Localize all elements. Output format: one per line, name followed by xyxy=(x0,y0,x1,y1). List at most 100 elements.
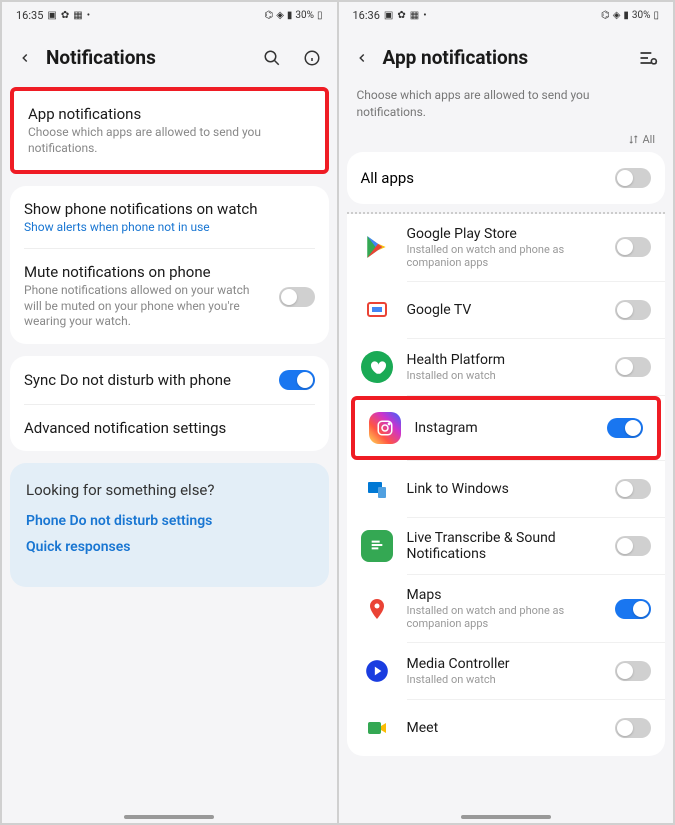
back-icon[interactable] xyxy=(353,49,371,67)
instagram-highlight: Instagram xyxy=(351,396,662,460)
home-indicator[interactable] xyxy=(124,815,214,819)
home-indicator[interactable] xyxy=(461,815,551,819)
suggestions-card: Looking for something else? Phone Do not… xyxy=(10,463,329,587)
calendar-icon: ▦ xyxy=(73,10,82,21)
status-time: 16:36 xyxy=(353,9,380,22)
row-title: Show phone notifications on watch xyxy=(24,200,315,218)
sync-dnd-row[interactable]: Sync Do not disturb with phone xyxy=(10,356,329,404)
app-row-google-tv[interactable]: Google TV xyxy=(347,282,666,338)
app-name: Link to Windows xyxy=(407,481,602,497)
app-row-health[interactable]: Health Platform Installed on watch xyxy=(347,339,666,395)
gear-icon: ✿ xyxy=(397,10,405,21)
page-title: Notifications xyxy=(46,46,243,69)
mute-row[interactable]: Mute notifications on phone Phone notifi… xyxy=(10,249,329,344)
app-name: Google TV xyxy=(407,302,602,318)
info-icon[interactable] xyxy=(301,47,323,69)
app-toggle[interactable] xyxy=(607,418,643,438)
app-toggle[interactable] xyxy=(615,718,651,738)
meet-icon xyxy=(361,712,393,744)
header: App notifications xyxy=(339,28,674,87)
app-row-live-transcribe[interactable]: Live Transcribe & Sound Notifications xyxy=(347,518,666,574)
app-list: Google Play Store Installed on watch and… xyxy=(347,214,666,757)
app-sub: Installed on watch and phone as companio… xyxy=(407,604,602,630)
app-name: Instagram xyxy=(415,420,594,436)
signal-icon: ▮ xyxy=(623,10,629,21)
transcribe-icon xyxy=(361,530,393,562)
back-icon[interactable] xyxy=(16,49,34,67)
signal-icon: ▮ xyxy=(287,10,293,21)
all-apps-toggle[interactable] xyxy=(615,168,651,188)
page-title: App notifications xyxy=(383,46,620,69)
app-row-media-controller[interactable]: Media Controller Installed on watch xyxy=(347,643,666,699)
show-watch-row[interactable]: Show phone notifications on watch Show a… xyxy=(10,186,329,248)
app-name: Live Transcribe & Sound Notifications xyxy=(407,530,602,562)
sync-toggle[interactable] xyxy=(279,370,315,390)
app-toggle[interactable] xyxy=(615,300,651,320)
screen-app-notifications: 16:36 ▣ ✿ ▦ • ⌬ ◈ ▮ 30% ▯ App notificati… xyxy=(339,2,674,823)
filter-search-icon[interactable] xyxy=(637,47,659,69)
header: Notifications xyxy=(2,28,337,87)
battery-icon: ▯ xyxy=(317,10,323,21)
dot-icon: • xyxy=(423,10,426,21)
row-title: App notifications xyxy=(28,105,311,123)
instagram-icon xyxy=(369,412,401,444)
app-row-instagram[interactable]: Instagram xyxy=(355,400,658,456)
app-sub: Installed on watch and phone as companio… xyxy=(407,243,602,269)
app-toggle[interactable] xyxy=(615,479,651,499)
status-bar: 16:36 ▣ ✿ ▦ • ⌬ ◈ ▮ 30% ▯ xyxy=(339,2,674,28)
image-icon: ▣ xyxy=(47,10,56,21)
app-sub: Installed on watch xyxy=(407,369,602,382)
suggestion-dnd[interactable]: Phone Do not disturb settings xyxy=(26,513,313,529)
bluetooth-icon: ⌬ xyxy=(601,10,610,21)
battery-percent: 30% xyxy=(632,10,651,21)
app-row-maps[interactable]: Maps Installed on watch and phone as com… xyxy=(347,575,666,642)
app-name: Meet xyxy=(407,720,602,736)
row-title: Advanced notification settings xyxy=(24,419,315,437)
link-windows-icon xyxy=(361,473,393,505)
app-row-meet[interactable]: Meet xyxy=(347,700,666,756)
maps-icon xyxy=(361,593,393,625)
wifi-icon: ◈ xyxy=(276,10,284,21)
sort-control[interactable]: All xyxy=(339,133,674,152)
app-row-play-store[interactable]: Google Play Store Installed on watch and… xyxy=(347,214,666,281)
dot-icon: • xyxy=(87,10,90,21)
subheader: Choose which apps are allowed to send yo… xyxy=(339,87,674,133)
advanced-row[interactable]: Advanced notification settings xyxy=(10,405,329,451)
row-title: Mute notifications on phone xyxy=(24,263,267,281)
app-toggle[interactable] xyxy=(615,357,651,377)
app-toggle[interactable] xyxy=(615,599,651,619)
notifications-card: Show phone notifications on watch Show a… xyxy=(10,186,329,344)
suggestions-title: Looking for something else? xyxy=(26,481,313,499)
row-sub-link[interactable]: Show alerts when phone not in use xyxy=(24,220,315,234)
play-store-icon xyxy=(361,231,393,263)
image-icon: ▣ xyxy=(384,10,393,21)
app-toggle[interactable] xyxy=(615,536,651,556)
all-apps-row[interactable]: All apps xyxy=(347,152,666,204)
media-controller-icon xyxy=(361,655,393,687)
status-time: 16:35 xyxy=(16,9,43,22)
app-name: Media Controller xyxy=(407,656,602,672)
row-title: Sync Do not disturb with phone xyxy=(24,371,267,389)
mute-toggle[interactable] xyxy=(279,287,315,307)
bluetooth-icon: ⌬ xyxy=(264,10,273,21)
app-name: Maps xyxy=(407,587,602,603)
screen-notifications: 16:35 ▣ ✿ ▦ • ⌬ ◈ ▮ 30% ▯ Notifications xyxy=(2,2,337,823)
search-icon[interactable] xyxy=(261,47,283,69)
app-notifications-row[interactable]: App notifications Choose which apps are … xyxy=(10,87,329,174)
suggestion-quick[interactable]: Quick responses xyxy=(26,539,313,555)
calendar-icon: ▦ xyxy=(410,10,419,21)
app-toggle[interactable] xyxy=(615,661,651,681)
row-sub: Choose which apps are allowed to send yo… xyxy=(28,125,311,156)
app-sub: Installed on watch xyxy=(407,673,602,686)
row-sub: Phone notifications allowed on your watc… xyxy=(24,283,267,330)
gear-icon: ✿ xyxy=(61,10,69,21)
app-toggle[interactable] xyxy=(615,237,651,257)
sort-label: All xyxy=(642,133,655,146)
app-row-link-windows[interactable]: Link to Windows xyxy=(347,461,666,517)
status-bar: 16:35 ▣ ✿ ▦ • ⌬ ◈ ▮ 30% ▯ xyxy=(2,2,337,28)
health-icon xyxy=(361,351,393,383)
app-name: Google Play Store xyxy=(407,226,602,242)
battery-icon: ▯ xyxy=(653,10,659,21)
settings-card: Sync Do not disturb with phone Advanced … xyxy=(10,356,329,451)
app-name: Health Platform xyxy=(407,352,602,368)
